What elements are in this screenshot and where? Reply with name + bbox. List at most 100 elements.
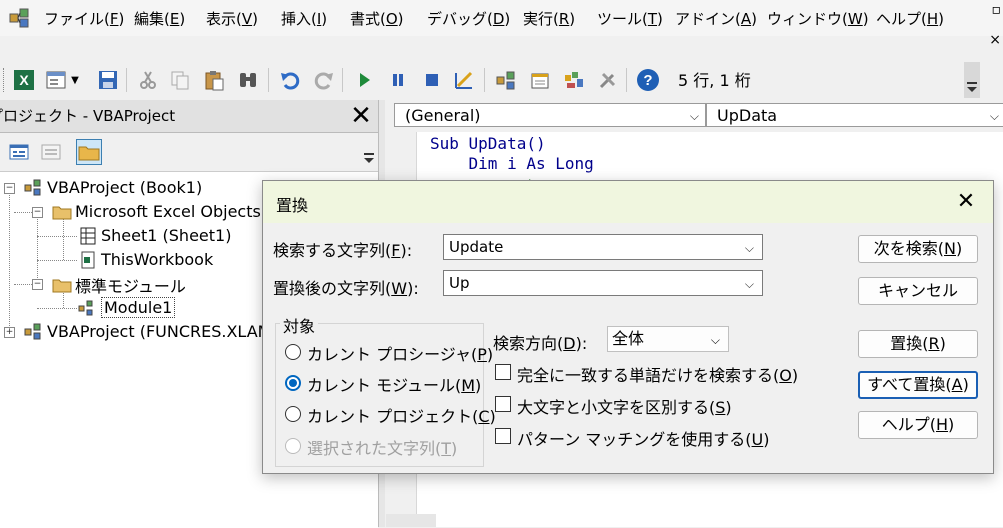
tree-node-vbaproject-funcres[interactable]: VBAProject (FUNCRES.XLAM) <box>24 321 278 341</box>
project-explorer-title: プロジェクト - VBAProject <box>0 107 176 125</box>
project-explorer-icon[interactable] <box>494 68 518 92</box>
standard-toolbar: X ▼ ? 5 行, 1 桁 <box>0 62 1003 98</box>
undo-icon[interactable] <box>278 68 302 92</box>
menu-tools[interactable]: ツール(T) <box>597 8 663 29</box>
checkbox-pattern-matching-label[interactable]: パターン マッチングを使用する(U) <box>517 426 770 450</box>
direction-value: 全体 <box>612 329 645 348</box>
help-icon[interactable]: ? <box>636 68 660 92</box>
redo-icon[interactable] <box>312 68 336 92</box>
replace-all-button[interactable]: すべて置換(A) <box>858 371 978 399</box>
menu-debug[interactable]: デバッグ(D) <box>427 8 510 29</box>
find-next-button[interactable]: 次を検索(N) <box>858 235 978 263</box>
excel-view-icon[interactable]: X <box>12 68 36 92</box>
menu-insert[interactable]: 挿入(I) <box>281 8 327 29</box>
chevron-down-icon: ⌵ <box>989 109 999 123</box>
menu-file[interactable]: ファイル(F) <box>44 8 124 29</box>
object-browser-icon[interactable] <box>562 68 586 92</box>
chevron-down-icon: ⌵ <box>710 333 720 347</box>
radio-selected-text-label: 選択された文字列(T) <box>307 439 458 458</box>
radio-current-module-label[interactable]: カレント モジュール(M) <box>307 372 481 396</box>
expand-toggle[interactable]: + <box>4 327 15 338</box>
properties-icon[interactable] <box>528 68 552 92</box>
checkbox-match-case-label[interactable]: 大文字と小文字を区別する(S) <box>517 394 732 418</box>
checkbox-pattern-matching[interactable] <box>495 428 511 444</box>
close-icon[interactable]: × <box>989 32 1001 48</box>
toolbox-icon[interactable] <box>596 68 620 92</box>
toggle-folders-icon[interactable] <box>76 139 102 165</box>
worksheet-icon <box>80 227 96 244</box>
find-icon[interactable] <box>236 68 260 92</box>
menu-run[interactable]: 実行(R) <box>523 8 575 29</box>
save-icon[interactable] <box>96 68 120 92</box>
tree-node-excel-objects[interactable]: Microsoft Excel Objects <box>52 201 261 221</box>
cancel-button[interactable]: キャンセル <box>858 277 978 305</box>
cut-icon[interactable] <box>136 68 160 92</box>
workbook-icon <box>81 251 95 268</box>
run-icon[interactable] <box>352 68 376 92</box>
procedure-combo[interactable]: UpData ⌵ <box>706 103 1003 127</box>
pause-icon[interactable] <box>386 68 410 92</box>
menu-format[interactable]: 書式(O) <box>350 8 404 29</box>
cursor-position-readout: 5 行, 1 桁 <box>672 66 970 96</box>
project-toolbar-overflow[interactable] <box>362 133 376 171</box>
tree-node-standard-modules[interactable]: 標準モジュール <box>52 273 186 297</box>
view-object-icon[interactable] <box>38 139 64 165</box>
checkbox-whole-word[interactable] <box>495 364 511 380</box>
radio-current-project[interactable] <box>285 406 301 422</box>
project-close-icon[interactable]: ✕ <box>348 103 374 129</box>
menu-bar: ファイル(F) 編集(E) 表示(V) 挿入(I) 書式(O) デバッグ(D) … <box>0 0 1003 48</box>
vba-app-icon[interactable] <box>8 6 34 30</box>
copy-icon[interactable] <box>168 68 192 92</box>
scope-group-title: 対象 <box>280 313 319 337</box>
help-button[interactable]: ヘルプ(H) <box>858 411 978 439</box>
object-combo[interactable]: (General) ⌵ <box>394 103 706 127</box>
radio-current-project-label[interactable]: カレント プロジェクト(C) <box>307 403 496 427</box>
tree-node-sheet1[interactable]: Sheet1 (Sheet1) <box>78 225 231 245</box>
paste-icon[interactable] <box>202 68 226 92</box>
expand-toggle[interactable]: − <box>32 207 43 218</box>
vbaproject-icon <box>24 323 41 339</box>
code-window-header: (General) ⌵ UpData ⌵ <box>386 100 1003 132</box>
menu-edit[interactable]: 編集(E) <box>134 8 185 29</box>
tree-node-vbaproject-book1[interactable]: VBAProject (Book1) <box>24 177 202 197</box>
direction-select[interactable]: 全体 ⌵ <box>607 326 729 352</box>
replace-with-input[interactable]: Up ⌵ <box>443 270 763 296</box>
tree-node-module1[interactable]: Module1 <box>78 297 176 318</box>
procedure-combo-value: UpData <box>717 106 778 125</box>
replace-with-label: 置換後の文字列(W): <box>273 279 419 298</box>
radio-current-procedure[interactable] <box>285 344 301 360</box>
toolbar-overflow-button[interactable] <box>964 62 980 98</box>
insert-userform-icon[interactable] <box>44 68 68 92</box>
view-toggle-buttons[interactable] <box>386 514 436 527</box>
tree-node-thisworkbook[interactable]: ThisWorkbook <box>78 249 213 269</box>
project-explorer-toolbar <box>0 133 378 171</box>
dialog-close-icon[interactable]: ✕ <box>953 189 979 215</box>
checkbox-match-case[interactable] <box>495 396 511 412</box>
menu-window[interactable]: ウィンドウ(W) <box>767 8 869 29</box>
svg-text:?: ? <box>643 72 652 89</box>
radio-current-procedure-label[interactable]: カレント プロシージャ(P) <box>307 341 493 365</box>
menu-addins[interactable]: アドイン(A) <box>675 8 757 29</box>
chevron-down-icon[interactable]: ⌵ <box>745 236 754 260</box>
expand-toggle[interactable]: − <box>4 183 15 194</box>
radio-current-module[interactable] <box>285 375 301 391</box>
menu-help[interactable]: ヘルプ(H) <box>876 8 944 29</box>
project-explorer-titlebar: プロジェクト - VBAProject <box>0 100 378 133</box>
view-code-icon[interactable] <box>6 139 32 165</box>
vbaproject-icon <box>24 179 41 195</box>
checkbox-whole-word-label[interactable]: 完全に一致する単語だけを検索する(O) <box>517 362 798 386</box>
chevron-down-icon[interactable]: ⌵ <box>745 272 754 296</box>
stop-icon[interactable] <box>420 68 444 92</box>
find-what-input[interactable]: Update ⌵ <box>443 234 763 260</box>
replace-dialog: 置換 ✕ 検索する文字列(F): Update ⌵ 置換後の文字列(W): Up ⌵… <box>262 180 994 474</box>
menu-view[interactable]: 表示(V) <box>206 8 258 29</box>
folder-icon <box>52 279 72 293</box>
insert-dropdown-icon[interactable]: ▼ <box>68 68 82 92</box>
svg-text:X: X <box>19 72 29 88</box>
design-mode-icon[interactable] <box>452 68 476 92</box>
expand-toggle[interactable]: − <box>32 279 43 290</box>
toolbar-grip[interactable] <box>3 68 7 92</box>
replace-button[interactable]: 置換(R) <box>858 330 978 358</box>
restore-icon[interactable]: ▫ <box>992 2 1002 18</box>
dialog-titlebar: 置換 ✕ <box>263 181 993 223</box>
